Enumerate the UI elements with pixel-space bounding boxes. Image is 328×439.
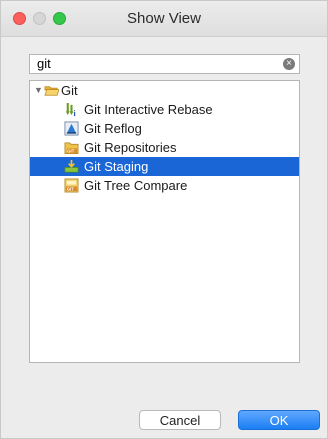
- svg-text:GIT: GIT: [67, 149, 74, 154]
- filter-field[interactable]: ×: [29, 54, 300, 74]
- tree-category-git[interactable]: ▼ Git: [30, 81, 299, 100]
- tree-item[interactable]: GIT Git Tree Compare: [30, 176, 299, 195]
- title-bar: Show View: [1, 1, 327, 37]
- tree-item-selected[interactable]: Git Staging: [30, 157, 299, 176]
- repositories-icon: GIT: [64, 142, 79, 154]
- tree-item-label: Git Tree Compare: [84, 178, 188, 193]
- show-view-dialog: Show View × ▼ Git i Git Interactive Reba…: [0, 0, 328, 439]
- ok-button[interactable]: OK: [238, 410, 320, 430]
- tree-item[interactable]: i Git Interactive Rebase: [30, 100, 299, 119]
- filter-input[interactable]: [30, 55, 270, 73]
- view-tree[interactable]: ▼ Git i Git Interactive Rebase Git Reflo…: [29, 80, 300, 363]
- tree-category-label: Git: [61, 83, 78, 98]
- tree-item-label: Git Repositories: [84, 140, 177, 155]
- svg-text:i: i: [73, 108, 76, 117]
- tree-item-label: Git Staging: [84, 159, 149, 174]
- tree-item[interactable]: Git Reflog: [30, 119, 299, 138]
- dialog-title: Show View: [127, 10, 201, 27]
- cancel-button[interactable]: Cancel: [139, 410, 221, 430]
- rebase-icon: i: [65, 102, 76, 117]
- staging-icon: [64, 159, 79, 173]
- reflog-icon: [64, 121, 79, 136]
- tree-compare-icon: GIT: [64, 178, 79, 193]
- tree-item-label: Git Reflog: [84, 121, 142, 136]
- folder-open-icon: [44, 86, 59, 96]
- expand-triangle-icon[interactable]: ▼: [34, 81, 43, 100]
- svg-text:GIT: GIT: [67, 187, 74, 192]
- tree-item[interactable]: GIT Git Repositories: [30, 138, 299, 157]
- clear-search-icon[interactable]: ×: [283, 58, 295, 70]
- tree-item-label: Git Interactive Rebase: [84, 102, 213, 117]
